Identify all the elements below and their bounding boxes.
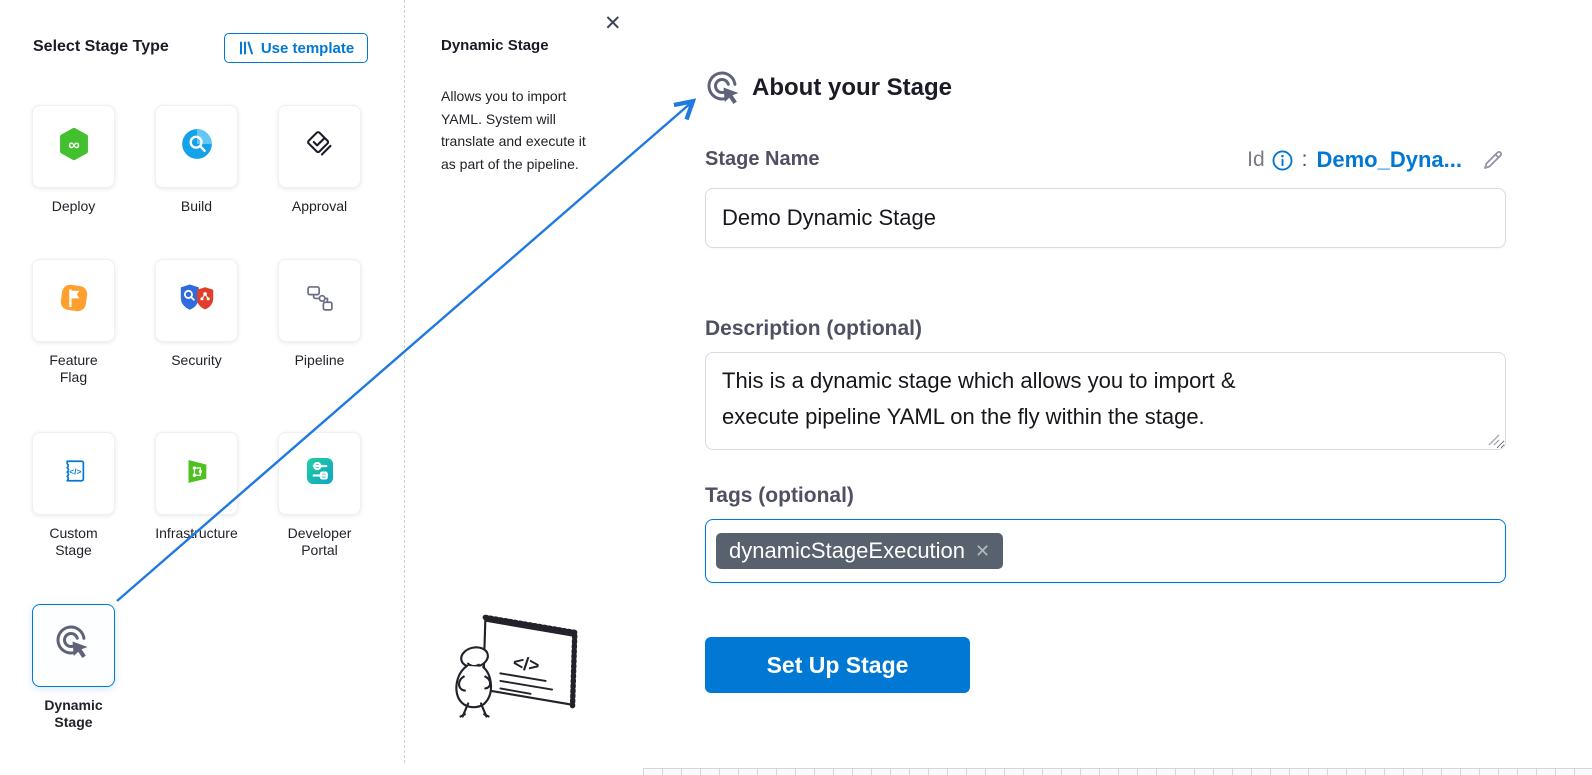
stage-type-row-4: Dynamic Stage bbox=[12, 604, 381, 731]
stage-type-row-2: Feature Flag Security bbox=[12, 259, 381, 386]
close-icon[interactable]: ✕ bbox=[604, 13, 622, 34]
stage-label: Build bbox=[181, 198, 212, 215]
stage-label: Deploy bbox=[52, 198, 96, 215]
use-template-button[interactable]: Use template bbox=[224, 33, 368, 63]
stage-card-feature-flag[interactable] bbox=[32, 259, 115, 342]
info-icon[interactable] bbox=[1272, 150, 1293, 171]
stage-card-dynamic-stage[interactable] bbox=[32, 604, 115, 687]
custom-stage-icon: </> bbox=[57, 454, 91, 493]
build-icon bbox=[179, 126, 215, 167]
svg-text:∞: ∞ bbox=[68, 136, 80, 154]
svg-text:</>: </> bbox=[69, 466, 81, 476]
tag-chip-label: dynamicStageExecution bbox=[729, 538, 965, 564]
tags-label: Tags (optional) bbox=[705, 484, 854, 508]
id-separator: : bbox=[1302, 148, 1308, 172]
id-label: Id bbox=[1247, 148, 1265, 172]
stage-label: Infrastructure bbox=[155, 525, 237, 542]
stage-card-security[interactable] bbox=[155, 259, 238, 342]
stage-label: Pipeline bbox=[295, 352, 345, 369]
tags-input[interactable]: dynamicStageExecution ✕ bbox=[705, 519, 1506, 583]
edit-pencil-icon[interactable] bbox=[1481, 148, 1505, 172]
approval-icon bbox=[301, 125, 339, 168]
set-up-stage-button[interactable]: Set Up Stage bbox=[705, 637, 970, 693]
description-textarea[interactable]: This is a dynamic stage which allows you… bbox=[705, 352, 1506, 450]
stage-card-deploy[interactable]: ∞ bbox=[32, 105, 115, 188]
stage-type-row-1: ∞ Deploy Build bbox=[12, 105, 381, 215]
pipeline-canvas-grid-edge bbox=[643, 768, 1592, 775]
dynamic-stage-icon bbox=[705, 69, 745, 114]
stage-label: Dynamic Stage bbox=[44, 697, 102, 731]
about-panel-title: About your Stage bbox=[752, 74, 952, 102]
stage-name-label: Stage Name bbox=[705, 148, 820, 171]
feature-flag-icon bbox=[56, 280, 92, 321]
stage-id-value[interactable]: Demo_Dyna... bbox=[1317, 147, 1463, 173]
tag-remove-icon[interactable]: ✕ bbox=[975, 542, 990, 560]
stage-id-row: Id : Demo_Dyna... bbox=[1247, 147, 1505, 173]
dynamic-stage-icon bbox=[54, 623, 94, 668]
stage-name-input[interactable] bbox=[705, 188, 1506, 248]
infrastructure-icon bbox=[180, 454, 214, 493]
template-library-icon bbox=[238, 40, 254, 56]
stage-card-approval[interactable] bbox=[278, 105, 361, 188]
stage-label: Feature Flag bbox=[49, 352, 97, 386]
deploy-icon: ∞ bbox=[56, 126, 92, 167]
tag-chip: dynamicStageExecution ✕ bbox=[716, 533, 1003, 569]
description-label: Description (optional) bbox=[705, 317, 922, 341]
developer-portal-icon bbox=[302, 453, 338, 494]
stage-card-infrastructure[interactable] bbox=[155, 432, 238, 515]
security-icon bbox=[177, 280, 217, 321]
stage-label: Developer Portal bbox=[288, 525, 352, 559]
stage-card-developer-portal[interactable] bbox=[278, 432, 361, 515]
page-title: Select Stage Type bbox=[33, 38, 169, 56]
person-presenting-code-whiteboard-illustration: </> bbox=[453, 612, 593, 757]
stage-type-row-3: </> Custom Stage Infrastructure bbox=[12, 432, 381, 559]
stage-label: Approval bbox=[292, 198, 347, 215]
stage-card-custom-stage[interactable]: </> bbox=[32, 432, 115, 515]
stage-card-pipeline[interactable] bbox=[278, 259, 361, 342]
stage-label: Security bbox=[171, 352, 222, 369]
svg-text:</>: </> bbox=[512, 651, 541, 675]
panel-divider bbox=[404, 0, 405, 763]
pipeline-icon bbox=[303, 281, 337, 320]
stage-card-build[interactable] bbox=[155, 105, 238, 188]
info-panel-description: Allows you to import YAML. System will t… bbox=[441, 85, 595, 175]
stage-label: Custom Stage bbox=[49, 525, 97, 559]
info-panel-title: Dynamic Stage bbox=[441, 37, 549, 54]
